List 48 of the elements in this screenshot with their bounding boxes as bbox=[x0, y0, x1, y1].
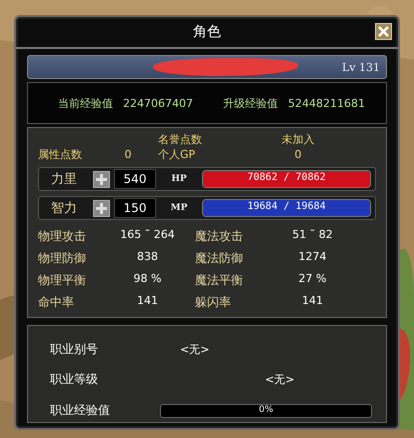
bar-reading: 70862 / 70862 bbox=[246, 172, 327, 183]
stat-label: 魔法防御 bbox=[195, 250, 244, 267]
stat-value: 51 ˜ 82 bbox=[291, 228, 334, 243]
gp-label: 个人GP bbox=[158, 147, 196, 162]
attribute-points-value: 0 bbox=[124, 148, 132, 161]
honor-label: 名誉点数 bbox=[158, 132, 203, 147]
attribute-value: 150 bbox=[114, 198, 156, 218]
bar-reading: 19684 / 19684 bbox=[246, 201, 327, 212]
stat-value: 1274 bbox=[298, 250, 328, 265]
plus-button[interactable] bbox=[93, 200, 110, 216]
job-exp-reading: 0% bbox=[258, 404, 274, 415]
plus-button[interactable] bbox=[93, 170, 110, 188]
stat-value: 141 bbox=[136, 294, 159, 309]
stat-label: 魔法平衡 bbox=[195, 272, 244, 289]
stat-value: 838 bbox=[136, 250, 159, 265]
honor-value: 未加入 bbox=[280, 132, 316, 147]
stat-label: 魔法攻击 bbox=[195, 228, 244, 245]
attribute-label: 智力 bbox=[51, 200, 78, 217]
attribute-label: 力里 bbox=[51, 171, 78, 188]
current-exp-label: 当前经验值 bbox=[58, 96, 113, 110]
bar-label: MP bbox=[170, 203, 188, 213]
stat-value: 141 bbox=[301, 294, 324, 309]
stat-label: 命中率 bbox=[38, 294, 75, 311]
level-text: Lv 131 bbox=[342, 60, 380, 74]
attribute-points-label: 属性点数 bbox=[38, 147, 83, 162]
stat-label: 躲闪率 bbox=[195, 294, 232, 311]
plus-icon bbox=[96, 174, 107, 184]
job-rank-label: 职业等级 bbox=[50, 371, 99, 388]
next-exp-value: 52448211681 bbox=[288, 96, 365, 110]
stat-value: 98 % bbox=[132, 272, 162, 287]
window-title: 角色 bbox=[193, 23, 221, 41]
job-rank-value: <无> bbox=[264, 372, 296, 388]
plus-icon bbox=[96, 202, 107, 214]
job-alias-value: <无> bbox=[179, 342, 210, 357]
attribute-value: 540 bbox=[114, 169, 156, 189]
gp-value: 0 bbox=[294, 148, 302, 161]
stat-label: 物理平衡 bbox=[38, 272, 87, 289]
close-button[interactable] bbox=[375, 23, 392, 40]
stat-value: 27 % bbox=[298, 272, 328, 287]
bar-label: HP bbox=[170, 174, 188, 184]
job-exp-label: 职业经验值 bbox=[50, 402, 111, 420]
stat-label: 物理防御 bbox=[38, 250, 87, 267]
stat-label: 物理攻击 bbox=[38, 228, 87, 245]
next-exp-label: 升级经验值 bbox=[223, 96, 278, 110]
job-alias-label: 职业别号 bbox=[50, 340, 99, 358]
stat-value: 165 ˜ 264 bbox=[119, 228, 176, 243]
close-icon bbox=[378, 26, 389, 37]
current-exp-value: 2247067407 bbox=[123, 96, 194, 110]
